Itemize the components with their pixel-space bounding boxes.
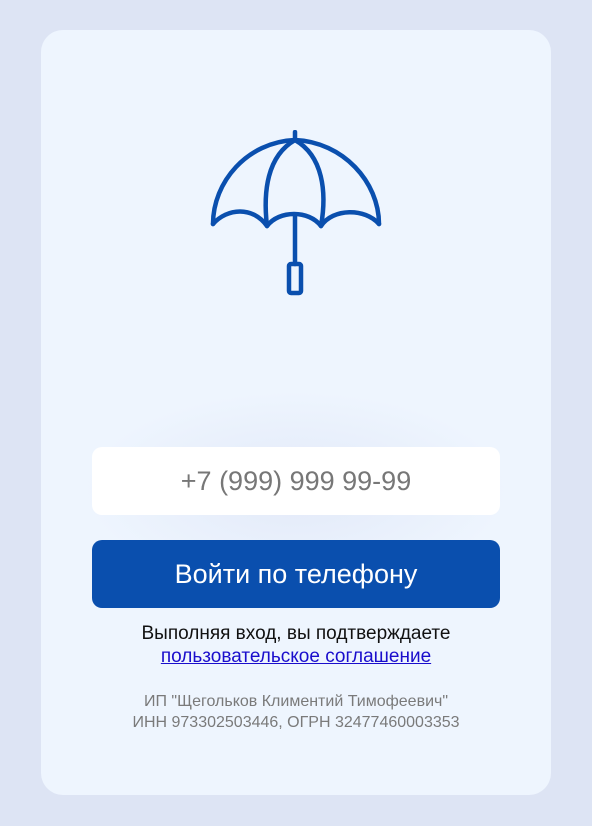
phone-input[interactable] (92, 447, 500, 515)
login-card: Войти по телефону Выполняя вход, вы подт… (41, 30, 551, 795)
legal-info: ИП "Щегольков Климентий Тимофеевич" ИНН … (41, 691, 551, 733)
login-by-phone-button[interactable]: Войти по телефону (92, 540, 500, 608)
company-registration: ИНН 973302503446, ОГРН 32477460003353 (132, 714, 460, 731)
user-agreement-link[interactable]: пользовательское соглашение (161, 646, 431, 667)
company-name: ИП "Щегольков Климентий Тимофеевич" (143, 693, 449, 710)
consent-text: Выполняя вход, вы подтверждаете (141, 623, 451, 644)
umbrella-icon (210, 130, 382, 296)
consent-block: Выполняя вход, вы подтверждаете пользова… (41, 622, 551, 668)
